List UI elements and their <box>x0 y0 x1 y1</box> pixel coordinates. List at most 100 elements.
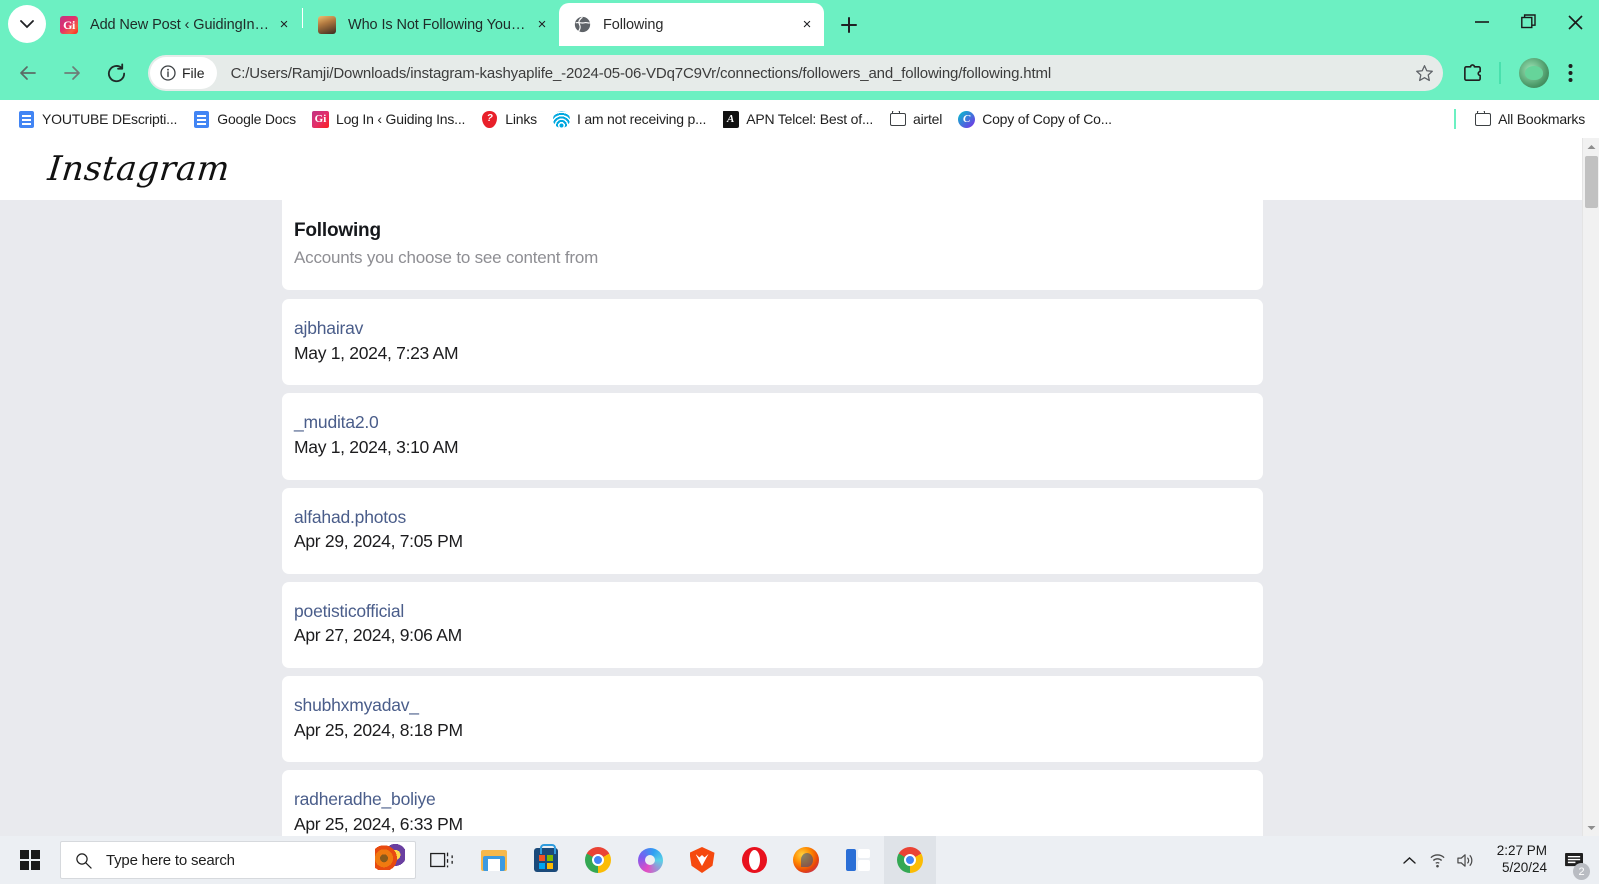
bookmark-log-in-guiding-insta[interactable]: Gi Log In ‹ Guiding Ins... <box>304 105 473 133</box>
content-column: Following Accounts you choose to see con… <box>282 200 1263 836</box>
show-hidden-icons-button[interactable] <box>1395 836 1423 884</box>
bookmark-star-button[interactable] <box>1409 58 1439 88</box>
username-link[interactable]: poetisticofficial <box>294 600 404 624</box>
bookmarks-bar: YOUTUBE DEscripti... Google Docs Gi Log … <box>0 100 1599 138</box>
maximize-icon <box>1520 14 1536 29</box>
bookmark-label: APN Telcel: Best of... <box>746 111 874 127</box>
opera-button[interactable] <box>733 837 775 883</box>
scrollbar-thumb[interactable] <box>1585 156 1598 208</box>
network-button[interactable] <box>1423 836 1451 884</box>
username-link[interactable]: radheradhe_boliye <box>294 788 436 812</box>
username-link[interactable]: ajbhairav <box>294 317 363 341</box>
extensions-button[interactable] <box>1455 56 1489 90</box>
chrome-active-button[interactable] <box>884 836 936 884</box>
brave-icon <box>689 847 715 873</box>
google-docs-icon <box>193 110 210 128</box>
bookmark-apn-telcel[interactable]: A APN Telcel: Best of... <box>714 105 881 133</box>
tab-close-button[interactable]: × <box>794 12 820 38</box>
chrome-icon <box>585 847 611 873</box>
clock-date: 5/20/24 <box>1501 860 1547 875</box>
chrome-icon <box>897 847 923 873</box>
instagram-header: Instagram <box>0 138 1599 200</box>
speaker-icon <box>1456 853 1472 867</box>
all-bookmarks-label: All Bookmarks <box>1498 111 1585 127</box>
tab-following[interactable]: Following × <box>559 3 824 46</box>
bookmark-copy-of-copy-of-co[interactable]: C Copy of Copy of Co... <box>950 105 1120 133</box>
forward-button[interactable] <box>54 55 90 91</box>
followed-date: Apr 25, 2024, 8:18 PM <box>294 719 463 740</box>
chrome-menu-button[interactable] <box>1553 56 1587 90</box>
followed-date: Apr 25, 2024, 6:33 PM <box>294 813 463 834</box>
chevron-down-icon <box>1587 825 1595 830</box>
list-item[interactable]: alfahad.photos Apr 29, 2024, 7:05 PM <box>282 487 1263 574</box>
notification-center-button[interactable]: 2 <box>1557 836 1591 884</box>
microsoft-365-button[interactable] <box>629 837 671 883</box>
bookmark-label: Copy of Copy of Co... <box>982 111 1112 127</box>
minimize-button[interactable] <box>1458 0 1505 44</box>
page-info-chip[interactable]: File <box>150 57 217 89</box>
file-explorer-button[interactable] <box>473 837 515 883</box>
bookmark-label: YOUTUBE DEscripti... <box>42 111 178 127</box>
maximize-button[interactable] <box>1505 0 1552 44</box>
profile-avatar-icon <box>1519 58 1549 88</box>
tab-close-button[interactable]: × <box>529 12 555 38</box>
tab-who-is-not-following-you-back[interactable]: Who Is Not Following You Back × <box>304 3 559 46</box>
list-item[interactable]: radheradhe_boliye Apr 25, 2024, 6:33 PM <box>282 770 1263 836</box>
back-button[interactable] <box>10 55 46 91</box>
firefox-button[interactable] <box>785 837 827 883</box>
bookmark-star-icon <box>1415 64 1433 81</box>
taskbar-search-box[interactable]: Type here to search <box>60 841 416 879</box>
file-explorer-icon <box>481 849 507 871</box>
bookmark-youtube-description[interactable]: YOUTUBE DEscripti... <box>10 105 185 133</box>
list-item[interactable]: ajbhairav May 1, 2024, 7:23 AM <box>282 299 1263 386</box>
brave-button[interactable] <box>681 837 723 883</box>
list-item[interactable]: _mudita2.0 May 1, 2024, 3:10 AM <box>282 393 1263 480</box>
taskbar-clock[interactable]: 2:27 PM 5/20/24 <box>1479 836 1557 884</box>
google-docs-icon <box>18 110 35 128</box>
bookmark-google-docs[interactable]: Google Docs <box>185 105 304 133</box>
tab-close-button[interactable]: × <box>271 12 297 38</box>
username-link[interactable]: shubhxmyadav_ <box>294 694 419 718</box>
volume-button[interactable] <box>1451 836 1479 884</box>
scrollbar-up-button[interactable] <box>1583 138 1599 155</box>
taskview-button[interactable] <box>421 837 463 883</box>
bookmark-airtel-folder[interactable]: airtel <box>881 105 950 133</box>
reload-button[interactable] <box>98 55 134 91</box>
canva-icon: C <box>958 110 976 128</box>
scrollbar-down-button[interactable] <box>1583 819 1599 836</box>
list-item[interactable]: poetisticofficial Apr 27, 2024, 9:06 AM <box>282 581 1263 668</box>
new-tab-button[interactable] <box>832 8 866 42</box>
profile-button[interactable] <box>1515 56 1549 90</box>
tab-add-new-post[interactable]: Gi Add New Post ‹ GuidingInsta — × <box>46 3 301 46</box>
search-input[interactable]: Type here to search <box>106 852 375 869</box>
microsoft-store-button[interactable] <box>525 837 567 883</box>
page-title: Following <box>294 220 381 241</box>
guidinginsta-icon: Gi <box>60 15 78 34</box>
all-bookmarks-button[interactable]: All Bookmarks <box>1466 105 1593 133</box>
bookmark-links[interactable]: ? Links <box>473 105 545 133</box>
address-bar[interactable]: File C:/Users/Ramji/Downloads/instagram-… <box>148 55 1443 91</box>
tiles-app-button[interactable] <box>837 837 879 883</box>
att-globe-icon <box>552 110 570 128</box>
page-body: Following Accounts you choose to see con… <box>0 200 1599 836</box>
start-button[interactable] <box>6 836 54 884</box>
address-bar-url[interactable]: C:/Users/Ramji/Downloads/instagram-kashy… <box>231 65 1409 82</box>
bookmark-label: I am not receiving p... <box>576 111 707 127</box>
minimize-icon <box>1474 21 1489 23</box>
close-button[interactable] <box>1552 0 1599 44</box>
list-item[interactable]: shubhxmyadav_ Apr 25, 2024, 8:18 PM <box>282 676 1263 763</box>
puzzle-piece-icon <box>1463 63 1481 81</box>
page-scrollbar[interactable] <box>1582 138 1599 836</box>
scheme-label: File <box>182 65 205 81</box>
three-dot-menu-icon <box>1568 64 1572 82</box>
microsoft-store-icon <box>534 844 558 872</box>
bookmark-i-am-not-receiving-p[interactable]: I am not receiving p... <box>545 105 714 133</box>
tab-title: Who Is Not Following You Back <box>348 16 529 33</box>
chrome-button[interactable] <box>577 837 619 883</box>
toolbar-divider <box>1499 62 1501 84</box>
username-link[interactable]: _mudita2.0 <box>294 411 379 435</box>
tab-search-button[interactable] <box>8 5 46 43</box>
folder-icon <box>1474 110 1491 128</box>
bookmark-label: Google Docs <box>217 111 296 127</box>
username-link[interactable]: alfahad.photos <box>294 506 406 530</box>
